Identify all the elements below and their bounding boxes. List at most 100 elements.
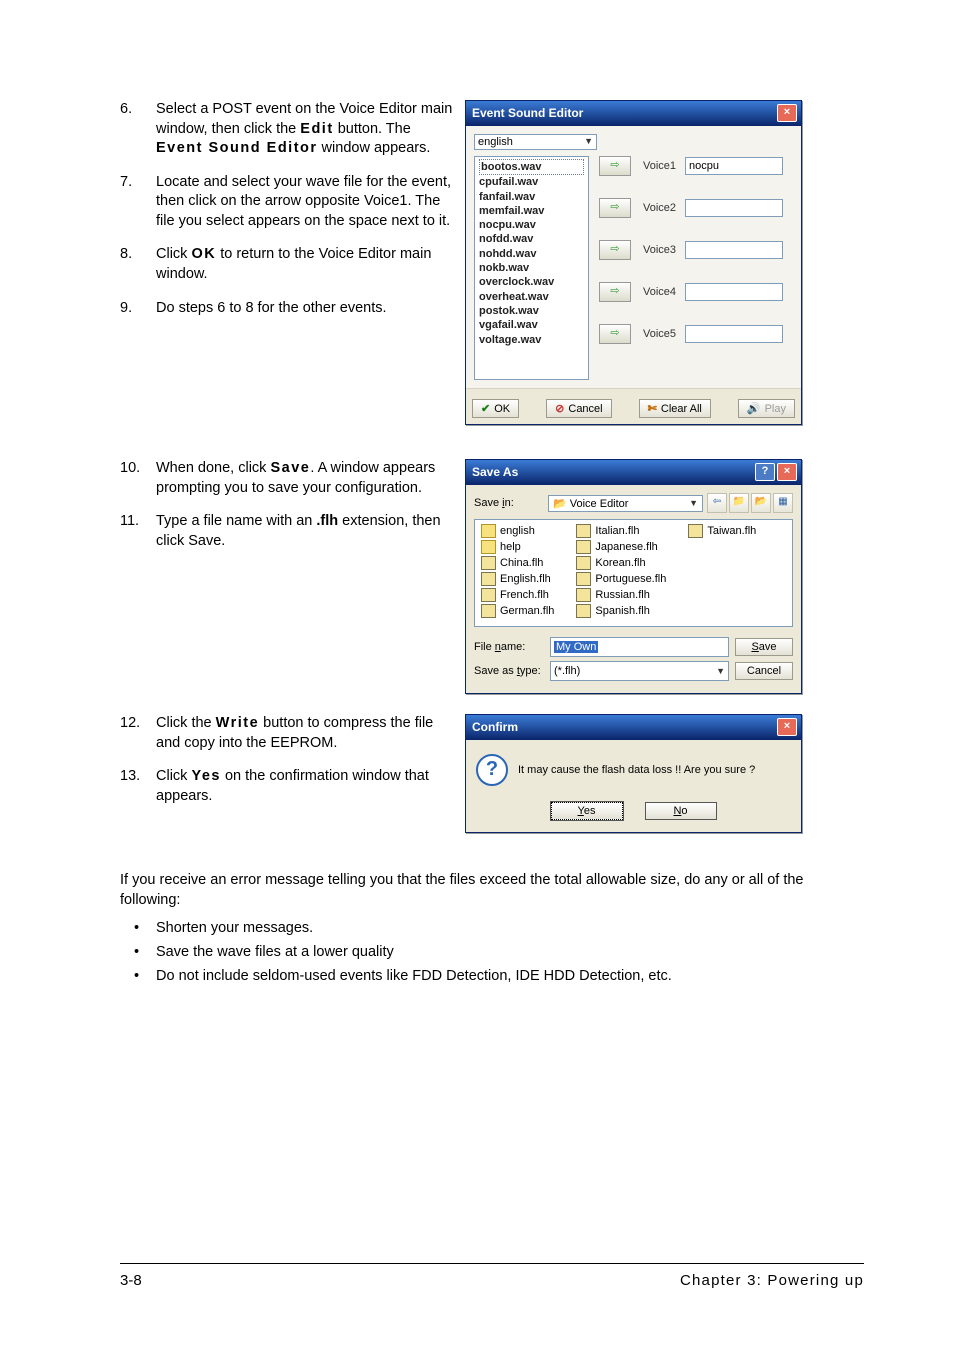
file-icon xyxy=(688,524,703,538)
file-item[interactable]: Spanish.flh xyxy=(576,604,666,618)
voice-label: Voice3 xyxy=(643,244,685,256)
wav-file-item[interactable]: memfail.wav xyxy=(479,204,584,218)
close-icon[interactable]: × xyxy=(777,104,797,122)
voice-label: Voice4 xyxy=(643,286,685,298)
chevron-down-icon: ▼ xyxy=(716,662,725,680)
page-footer: 3-8 Chapter 3: Powering up xyxy=(120,1263,864,1289)
wav-file-item[interactable]: nofdd.wav xyxy=(479,232,584,246)
yes-button[interactable]: Yes xyxy=(551,802,623,820)
views-icon[interactable]: ▦ xyxy=(773,493,793,513)
voice-rows: ⇨Voice1nocpu⇨Voice2⇨Voice3⇨Voice4⇨Voice5 xyxy=(589,156,793,380)
no-button[interactable]: No xyxy=(645,802,717,820)
new-folder-icon[interactable]: 📂 xyxy=(751,493,771,513)
close-icon[interactable]: × xyxy=(777,718,797,736)
assign-arrow-button[interactable]: ⇨ xyxy=(599,324,631,344)
file-icon xyxy=(576,604,591,618)
dialog-title: Event Sound Editor xyxy=(472,106,583,120)
step-item: 13.Click Yes on the confirmation window … xyxy=(120,767,453,806)
close-icon[interactable]: × xyxy=(777,463,797,481)
up-folder-icon[interactable]: 📁 xyxy=(729,493,749,513)
assign-arrow-button[interactable]: ⇨ xyxy=(599,156,631,176)
save-in-dropdown[interactable]: 📂 Voice Editor ▼ xyxy=(548,495,703,512)
dialog-title: Save As xyxy=(472,465,518,479)
advice-bullets: •Shorten your messages.•Save the wave fi… xyxy=(134,920,864,984)
wav-file-item[interactable]: voltage.wav xyxy=(479,333,584,347)
cancel-button[interactable]: ⊘Cancel xyxy=(546,399,611,418)
voice-row: ⇨Voice5 xyxy=(599,324,793,344)
voice-value xyxy=(685,199,783,217)
page-number: 3-8 xyxy=(120,1272,142,1289)
voice-row: ⇨ Voice3 xyxy=(599,240,793,260)
save-button[interactable]: Save xyxy=(735,638,793,656)
steps-list-c: 12.Click the Write button to compress th… xyxy=(120,714,453,806)
folder-icon xyxy=(481,524,496,538)
dialog-title: Confirm xyxy=(472,720,518,734)
file-item[interactable]: German.flh xyxy=(481,604,554,618)
save-type-dropdown[interactable]: (*.flh) ▼ xyxy=(550,661,729,681)
file-list[interactable]: english help China.flh English.flh French.fl… xyxy=(474,519,793,627)
file-item[interactable]: China.flh xyxy=(481,556,554,570)
wav-file-item[interactable]: nohdd.wav xyxy=(479,247,584,261)
voice-value xyxy=(685,325,783,343)
file-icon xyxy=(576,572,591,586)
steps-list-a: 6.Select a POST event on the Voice Edito… xyxy=(120,100,453,318)
voice-label: Voice2 xyxy=(643,202,685,214)
folder-item[interactable]: help xyxy=(481,540,554,554)
assign-arrow-button[interactable]: ⇨ xyxy=(599,282,631,302)
folder-item[interactable]: english xyxy=(481,524,554,538)
file-item[interactable]: Taiwan.flh xyxy=(688,524,756,538)
file-item[interactable]: French.flh xyxy=(481,588,554,602)
file-item[interactable]: Italian.flh xyxy=(576,524,666,538)
file-icon xyxy=(481,572,496,586)
steps-list-b: 10.When done, click Save. A window appea… xyxy=(120,459,453,551)
clear-all-button[interactable]: ✄Clear All xyxy=(639,399,711,418)
wav-file-item[interactable]: overclock.wav xyxy=(479,275,584,289)
wav-file-item[interactable]: fanfail.wav xyxy=(479,190,584,204)
help-icon[interactable]: ? xyxy=(755,463,775,481)
file-item[interactable]: Russian.flh xyxy=(576,588,666,602)
chapter-label: Chapter 3: Powering up xyxy=(680,1272,864,1289)
file-icon xyxy=(481,588,496,602)
voice-row: ⇨Voice1nocpu xyxy=(599,156,793,176)
confirm-message: It may cause the flash data loss !! Are … xyxy=(518,764,755,776)
event-sound-editor-dialog: Event Sound Editor × english ▼ bootos.wa… xyxy=(465,100,802,425)
file-item[interactable]: Japanese.flh xyxy=(576,540,666,554)
file-icon xyxy=(576,588,591,602)
wav-file-item[interactable]: overheat.wav xyxy=(479,290,584,304)
play-button[interactable]: 🔊Play xyxy=(738,399,795,418)
bullet-item: •Do not include seldom-used events like … xyxy=(134,968,864,984)
file-icon xyxy=(481,556,496,570)
ok-button[interactable]: ✔OK xyxy=(472,399,519,418)
file-item[interactable]: Portuguese.flh xyxy=(576,572,666,586)
wav-file-item[interactable]: bootos.wav xyxy=(479,159,584,175)
save-in-label: Save in: xyxy=(474,497,544,509)
file-item[interactable]: Korean.flh xyxy=(576,556,666,570)
language-dropdown[interactable]: english ▼ xyxy=(474,134,597,150)
bullet-item: •Save the wave files at a lower quality xyxy=(134,944,864,960)
wav-file-item[interactable]: nokb.wav xyxy=(479,261,584,275)
wav-file-item[interactable]: cpufail.wav xyxy=(479,175,584,189)
step-item: 9.Do steps 6 to 8 for the other events. xyxy=(120,299,453,319)
wav-file-item[interactable]: vgafail.wav xyxy=(479,318,584,332)
file-item[interactable]: English.flh xyxy=(481,572,554,586)
language-dropdown-value: english xyxy=(478,136,513,148)
assign-arrow-button[interactable]: ⇨ xyxy=(599,198,631,218)
file-name-input[interactable]: My Own xyxy=(550,637,729,657)
wav-file-list[interactable]: bootos.wavcpufail.wavfanfail.wavmemfail.… xyxy=(474,156,589,380)
file-icon xyxy=(576,524,591,538)
file-icon xyxy=(576,540,591,554)
voice-row: ⇨ Voice4 xyxy=(599,282,793,302)
file-name-label: File name: xyxy=(474,641,544,653)
cancel-button[interactable]: Cancel xyxy=(735,662,793,680)
voice-value xyxy=(685,241,783,259)
confirm-dialog: Confirm × ? It may cause the flash data … xyxy=(465,714,802,833)
voice-row: ⇨ Voice2 xyxy=(599,198,793,218)
save-as-dialog: Save As ? × Save in: 📂 Voice Editor ▼ xyxy=(465,459,802,694)
wav-file-item[interactable]: nocpu.wav xyxy=(479,218,584,232)
wav-file-item[interactable]: postok.wav xyxy=(479,304,584,318)
file-icon xyxy=(576,556,591,570)
step-item: 10.When done, click Save. A window appea… xyxy=(120,459,453,498)
back-icon[interactable]: ⇦ xyxy=(707,493,727,513)
assign-arrow-button[interactable]: ⇨ xyxy=(599,240,631,260)
step-item: 12.Click the Write button to compress th… xyxy=(120,714,453,753)
